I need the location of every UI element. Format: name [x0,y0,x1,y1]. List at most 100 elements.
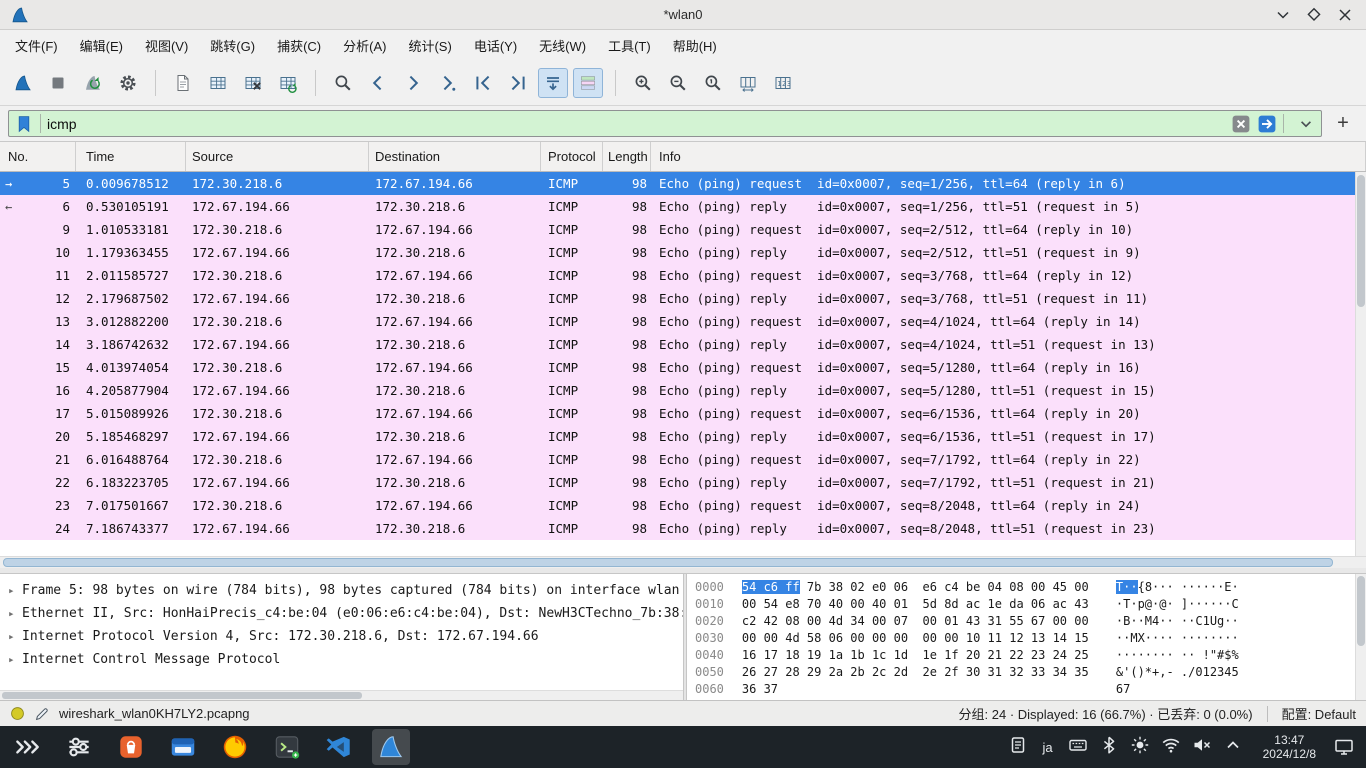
hex-row[interactable]: 005026 27 28 29 2a 2b 2c 2d 2e 2f 30 31 … [695,663,1355,680]
find-packet-button[interactable] [328,68,358,98]
taskbar-file-manager[interactable] [164,729,202,765]
taskbar-app-launcher[interactable] [8,729,46,765]
packet-row[interactable]: 216.016488764172.30.218.6172.67.194.66IC… [0,448,1366,471]
hscrollbar-thumb[interactable] [3,558,1333,567]
packet-row[interactable]: 112.011585727172.30.218.6172.67.194.66IC… [0,264,1366,287]
packet-row[interactable]: 154.013974054172.30.218.6172.67.194.66IC… [0,356,1366,379]
open-file-button[interactable] [168,68,198,98]
reload-file-button[interactable] [273,68,303,98]
column-header-info[interactable]: Info [651,142,1366,171]
column-header-source[interactable]: Source [186,142,369,171]
column-header-no[interactable]: No. [0,142,76,171]
taskbar-software-center[interactable] [112,729,150,765]
capture-options-button[interactable] [113,68,143,98]
filter-apply-icon[interactable] [1257,114,1277,134]
menu-telephony[interactable]: 电话(Y) [463,31,528,60]
close-file-button[interactable] [238,68,268,98]
tray-notes[interactable] [1008,736,1028,758]
restart-capture-button[interactable] [78,68,108,98]
packet-row[interactable]: 247.186743377172.67.194.66172.30.218.6IC… [0,517,1366,540]
tray-keyboard[interactable] [1068,736,1088,758]
menu-file[interactable]: 文件(F) [4,31,69,60]
last-packet-button[interactable] [503,68,533,98]
packet-row[interactable]: 133.012882200172.30.218.6172.67.194.66IC… [0,310,1366,333]
packet-row[interactable]: 237.017501667172.30.218.6172.67.194.66IC… [0,494,1366,517]
taskbar-clock[interactable]: 13:47 2024/12/8 [1263,733,1316,761]
column-header-destination[interactable]: Destination [369,142,541,171]
detail-row[interactable]: ▸Internet Control Message Protocol [8,648,683,671]
start-capture-button[interactable] [8,68,38,98]
packet-list-vscrollbar[interactable] [1355,172,1366,556]
tray-input-method[interactable]: ja [1039,736,1057,758]
minimize-button[interactable] [1272,4,1294,26]
hex-row[interactable]: 0020c2 42 08 00 4d 34 00 07 00 01 43 31 … [695,612,1355,629]
column-header-time[interactable]: Time [76,142,186,171]
capture-comment-icon[interactable] [34,706,50,722]
go-to-packet-button[interactable] [433,68,463,98]
packet-row[interactable]: 122.179687502172.67.194.66172.30.218.6IC… [0,287,1366,310]
menu-view[interactable]: 视图(V) [134,31,199,60]
first-packet-button[interactable] [468,68,498,98]
tray-brightness[interactable] [1130,736,1150,758]
hex-row[interactable]: 001000 54 e8 70 40 00 40 01 5d 8d ac 1e … [695,595,1355,612]
expert-info-icon[interactable] [10,706,25,721]
menu-analyze[interactable]: 分析(A) [332,31,397,60]
packet-row[interactable]: 164.205877904172.67.194.66172.30.218.6IC… [0,379,1366,402]
packet-row[interactable]: 205.185468297172.67.194.66172.30.218.6IC… [0,425,1366,448]
go-back-button[interactable] [363,68,393,98]
hex-row[interactable]: 000054 c6 ff 7b 38 02 e0 06 e6 c4 be 04 … [695,578,1355,595]
packet-row[interactable]: 6←0.530105191172.67.194.66172.30.218.6IC… [0,195,1366,218]
bytes-vscrollbar[interactable] [1355,574,1366,700]
menu-edit[interactable]: 编辑(E) [69,31,134,60]
detail-row[interactable]: ▸Frame 5: 98 bytes on wire (784 bits), 9… [8,579,683,602]
packet-row[interactable]: 91.010533181172.30.218.6172.67.194.66ICM… [0,218,1366,241]
details-hscrollbar[interactable] [0,690,683,700]
bytes-vscrollbar-thumb[interactable] [1357,576,1365,646]
packet-row[interactable]: 226.183223705172.67.194.66172.30.218.6IC… [0,471,1366,494]
menu-tools[interactable]: 工具(T) [597,31,662,60]
save-file-button[interactable] [203,68,233,98]
menu-statistics[interactable]: 统计(S) [397,31,462,60]
menu-wireless[interactable]: 无线(W) [528,31,597,60]
tray-wifi[interactable] [1161,736,1181,758]
filter-dropdown-icon[interactable] [1296,114,1316,134]
hex-row[interactable]: 006036 3767 [695,680,1355,697]
packet-list-hscrollbar[interactable] [0,556,1366,568]
packet-row[interactable]: 175.015089926172.30.218.6172.67.194.66IC… [0,402,1366,425]
column-header-length[interactable]: Length [603,142,651,171]
tray-bluetooth[interactable] [1099,736,1119,758]
tray-expand-arrow[interactable] [1223,736,1243,758]
auto-scroll-button[interactable] [538,68,568,98]
display-filter-input[interactable]: icmp [8,110,1322,137]
taskbar-wireshark[interactable] [372,729,410,765]
stop-capture-button[interactable] [43,68,73,98]
close-button[interactable] [1334,4,1356,26]
zoom-reset-button[interactable] [698,68,728,98]
taskbar-firefox[interactable] [216,729,254,765]
detail-row[interactable]: ▸Ethernet II, Src: HonHaiPrecis_c4:be:04… [8,602,683,625]
display-icon[interactable] [1334,737,1354,757]
add-filter-button[interactable]: + [1328,110,1358,137]
tray-volume-muted[interactable] [1192,736,1212,758]
maximize-button[interactable] [1303,4,1325,26]
taskbar-settings-tweaks[interactable] [60,729,98,765]
menu-capture[interactable]: 捕获(C) [266,31,332,60]
filter-bookmark-icon[interactable] [14,114,34,134]
vscrollbar-thumb[interactable] [1357,175,1365,307]
menu-go[interactable]: 跳转(G) [199,31,266,60]
hex-row[interactable]: 004016 17 18 19 1a 1b 1c 1d 1e 1f 20 21 … [695,646,1355,663]
hex-row[interactable]: 003000 00 4d 58 06 00 00 00 00 00 10 11 … [695,629,1355,646]
column-header-protocol[interactable]: Protocol [541,142,603,171]
displayed-columns-button[interactable]: 123 [768,68,798,98]
zoom-out-button[interactable] [663,68,693,98]
packet-row[interactable]: 5→0.009678512172.30.218.6172.67.194.66IC… [0,172,1366,195]
taskbar-vscode[interactable] [320,729,358,765]
menu-help[interactable]: 帮助(H) [662,31,728,60]
go-forward-button[interactable] [398,68,428,98]
taskbar-terminal[interactable] [268,729,306,765]
resize-columns-button[interactable] [733,68,763,98]
packet-row[interactable]: 101.179363455172.67.194.66172.30.218.6IC… [0,241,1366,264]
zoom-in-button[interactable] [628,68,658,98]
profile-label[interactable]: 配置: Default [1282,704,1356,723]
details-hscrollbar-thumb[interactable] [2,692,362,699]
